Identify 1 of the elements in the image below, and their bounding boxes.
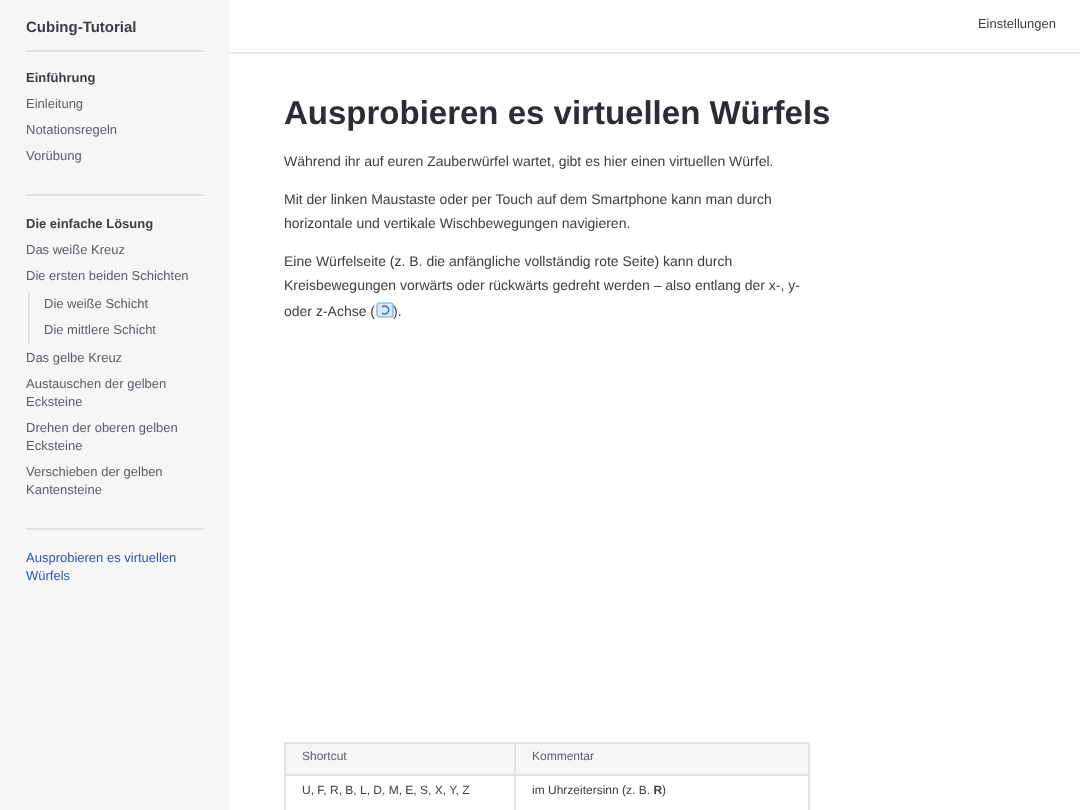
page-heading: Ausprobieren es virtuellen Würfels [284,94,833,136]
